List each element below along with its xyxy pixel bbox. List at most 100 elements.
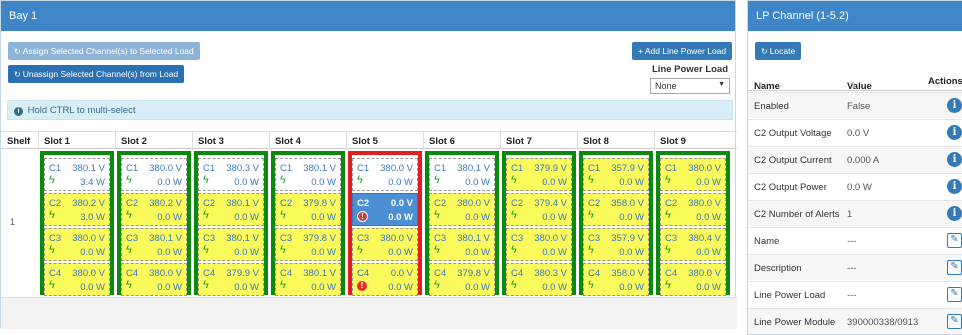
- channel-cell[interactable]: C2 379.8 V ϟ 0.0 W: [275, 193, 341, 226]
- edit-icon[interactable]: ✎: [947, 233, 962, 248]
- channel-voltage: 380.1 V: [303, 163, 336, 174]
- channel-voltage: 380.4 V: [688, 233, 721, 244]
- channel-name: C4: [434, 268, 447, 279]
- channel-voltage: 380.0 V: [149, 268, 182, 279]
- table-row: Line Power Module 390000338/0913 ✎: [748, 308, 962, 334]
- channel-cell[interactable]: C4 380.0 V ϟ 0.0 W: [44, 263, 110, 296]
- slot-2: C1 380.0 V ϟ 0.0 W C2 380.2 V ϟ 0.0 W C3 380.1 V ϟ…: [117, 151, 191, 296]
- channel-voltage: 380.1 V: [149, 233, 182, 244]
- locate-button[interactable]: ↻ Locate: [755, 42, 802, 60]
- property-value: ---: [847, 263, 857, 274]
- power-bolt-icon: ϟ: [434, 279, 440, 291]
- column-header: Slot 2: [121, 136, 147, 147]
- channel-cell[interactable]: C2 358.0 V ϟ 0.0 W: [583, 193, 649, 226]
- channel-cell[interactable]: C4 380.0 V ϟ 0.0 W: [660, 263, 726, 296]
- channel-voltage: 379.8 V: [303, 198, 336, 209]
- channel-cell[interactable]: C2 0.0 V! 0.0 W: [352, 193, 418, 226]
- channel-cell[interactable]: C2 380.1 V ϟ 0.0 W: [198, 193, 264, 226]
- unassign-channels-label: Unassign Selected Channel(s) from Load: [22, 69, 179, 79]
- info-icon[interactable]: i: [947, 179, 962, 194]
- power-bolt-icon: ϟ: [126, 279, 132, 291]
- info-icon[interactable]: i: [947, 98, 962, 113]
- power-bolt-icon: ϟ: [511, 244, 517, 256]
- edit-icon[interactable]: ✎: [947, 314, 962, 329]
- property-name: C2 Output Voltage: [754, 128, 832, 139]
- channel-cell[interactable]: C1 379.9 V ϟ 0.0 W: [506, 158, 572, 191]
- table-row: Name --- ✎: [748, 227, 962, 253]
- sort-icon: ⇕: [757, 81, 764, 90]
- channel-cell[interactable]: C1 380.1 V ϟ 0.0 W: [275, 158, 341, 191]
- channel-cell[interactable]: C1 380.3 V ϟ 0.0 W: [198, 158, 264, 191]
- edit-icon[interactable]: ✎: [947, 287, 962, 302]
- channel-power: 0.0 W: [388, 282, 413, 293]
- channel-cell[interactable]: C1 380.0 V ϟ 0.0 W: [352, 158, 418, 191]
- alert-icon: !: [357, 281, 367, 291]
- channel-cell[interactable]: C4 380.0 V ϟ 0.0 W: [121, 263, 187, 296]
- channel-voltage: 380.1 V: [72, 163, 105, 174]
- channel-cell[interactable]: C2 380.2 V ϟ 0.0 W: [121, 193, 187, 226]
- channel-name: C3: [357, 233, 370, 244]
- channel-voltage: 380.0 V: [534, 233, 567, 244]
- table-row: Description --- ✎: [748, 254, 962, 280]
- channel-voltage: 380.1 V: [457, 233, 490, 244]
- channel-cell[interactable]: C1 380.0 V ϟ 0.0 W: [660, 158, 726, 191]
- info-icon[interactable]: i: [947, 152, 962, 167]
- channel-cell[interactable]: C1 380.1 V ϟ 0.0 W: [429, 158, 495, 191]
- assign-channels-label: Assign Selected Channel(s) to Selected L…: [22, 46, 194, 56]
- channel-cell[interactable]: C3 380.0 V ϟ 0.0 W: [506, 228, 572, 261]
- info-icon[interactable]: i: [947, 206, 962, 221]
- power-bolt-icon: ϟ: [588, 209, 594, 221]
- channel-voltage: 357.9 V: [611, 163, 644, 174]
- channel-cell[interactable]: C4 379.9 V ϟ 0.0 W: [198, 263, 264, 296]
- property-value: 1: [847, 209, 853, 220]
- channel-cell[interactable]: C3 380.0 V ϟ 0.0 W: [352, 228, 418, 261]
- unassign-channels-button[interactable]: ↻ Unassign Selected Channel(s) from Load: [8, 65, 185, 83]
- power-bolt-icon: ϟ: [511, 279, 517, 291]
- power-bolt-icon: ϟ: [126, 174, 132, 186]
- channel-voltage: 379.4 V: [534, 198, 567, 209]
- column-header: Slot 9: [660, 136, 686, 147]
- grid-footer: [1, 297, 737, 329]
- power-bolt-icon: ϟ: [126, 244, 132, 256]
- slot-9: C1 380.0 V ϟ 0.0 W C2 380.0 V ϟ 0.0 W C3 380.4 V ϟ…: [656, 151, 730, 296]
- slot-4: C1 380.1 V ϟ 0.0 W C2 379.8 V ϟ 0.0 W C3 379.8 V ϟ…: [271, 151, 345, 296]
- assign-channels-button[interactable]: ↻ Assign Selected Channel(s) to Selected …: [8, 42, 200, 60]
- channel-cell[interactable]: C1 380.0 V ϟ 0.0 W: [121, 158, 187, 191]
- property-name: C2 Output Power: [754, 182, 827, 193]
- table-row: Line Power Load --- ✎: [748, 281, 962, 307]
- channel-name: C4: [280, 268, 293, 279]
- channel-cell[interactable]: C2 380.2 V ϟ 3.0 W: [44, 193, 110, 226]
- channel-cell[interactable]: C4 380.1 V ϟ 0.0 W: [275, 263, 341, 296]
- channel-power: 0.0 W: [157, 212, 182, 223]
- column-header: Slot 8: [583, 136, 609, 147]
- channel-power: 0.0 W: [619, 177, 644, 188]
- channel-cell[interactable]: C3 380.1 V ϟ 0.0 W: [429, 228, 495, 261]
- channel-cell[interactable]: C4 0.0 V! 0.0 W: [352, 263, 418, 296]
- channel-cell[interactable]: C3 380.1 V ϟ 0.0 W: [198, 228, 264, 261]
- channel-name: C1: [665, 163, 678, 174]
- channel-voltage: 380.1 V: [303, 268, 336, 279]
- channel-voltage: 0.0 V: [390, 268, 413, 279]
- property-name: C2 Output Current: [754, 155, 832, 166]
- channel-cell[interactable]: C2 380.0 V ϟ 0.0 W: [660, 193, 726, 226]
- channel-cell[interactable]: C4 380.3 V ϟ 0.0 W: [506, 263, 572, 296]
- channel-cell[interactable]: C1 380.1 V ϟ 3.4 W: [44, 158, 110, 191]
- channel-cell[interactable]: C2 380.0 V ϟ 0.0 W: [429, 193, 495, 226]
- channel-cell[interactable]: C4 379.8 V ϟ 0.0 W: [429, 263, 495, 296]
- channel-cell[interactable]: C3 380.0 V ϟ 0.0 W: [44, 228, 110, 261]
- channel-cell[interactable]: C3 379.8 V ϟ 0.0 W: [275, 228, 341, 261]
- property-name: Line Power Load: [754, 290, 826, 301]
- power-bolt-icon: ϟ: [665, 174, 671, 186]
- channel-cell[interactable]: C1 357.9 V ϟ 0.0 W: [583, 158, 649, 191]
- channel-cell[interactable]: C2 379.4 V ϟ 0.0 W: [506, 193, 572, 226]
- line-power-load-select[interactable]: None ▼: [650, 78, 730, 94]
- channel-cell[interactable]: C4 358.0 V ϟ 0.0 W: [583, 263, 649, 296]
- info-icon[interactable]: i: [947, 125, 962, 140]
- channel-cell[interactable]: C3 380.4 V ϟ 0.0 W: [660, 228, 726, 261]
- channel-cell[interactable]: C3 357.9 V ϟ 0.0 W: [583, 228, 649, 261]
- power-bolt-icon: ϟ: [357, 174, 363, 186]
- add-line-power-load-button[interactable]: + Add Line Power Load: [632, 42, 733, 60]
- channel-power: 0.0 W: [696, 212, 721, 223]
- edit-icon[interactable]: ✎: [947, 260, 962, 275]
- channel-cell[interactable]: C3 380.1 V ϟ 0.0 W: [121, 228, 187, 261]
